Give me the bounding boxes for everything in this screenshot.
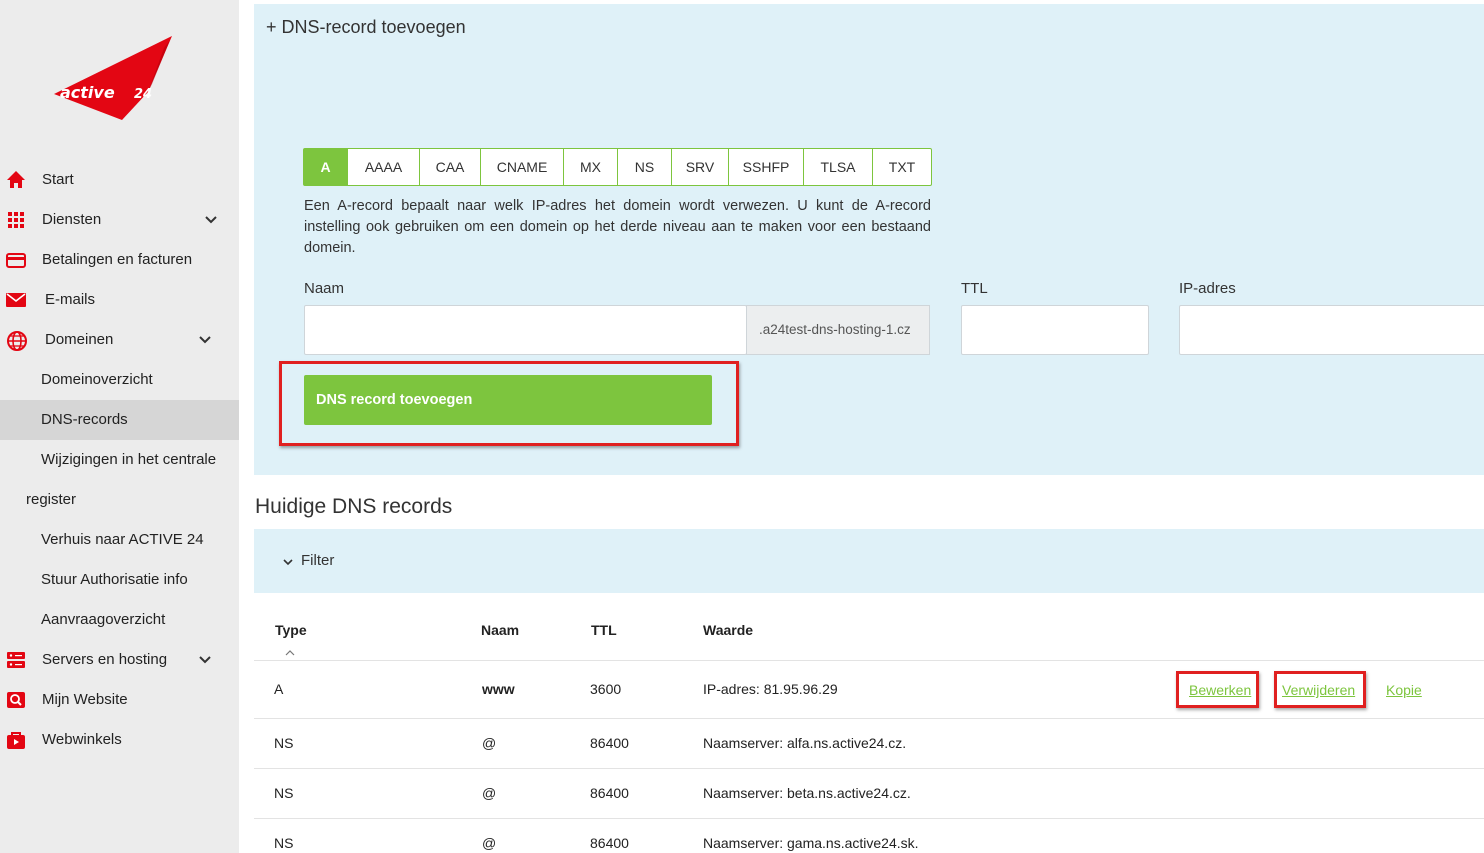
sidebar-item-label: Domeinen [45,331,114,348]
sidebar-item-diensten[interactable]: Diensten [0,200,239,240]
sidebar-item-label: Diensten [42,211,102,228]
sidebar-item-mijn-website[interactable]: Mijn Website [0,680,239,720]
column-header-ttl[interactable]: TTL [591,622,617,638]
sidebar-subitem-aanvraagoverzicht[interactable]: Aanvraagoverzicht [0,600,239,640]
svg-text:active: active [60,83,115,102]
sidebar-subitem-dns-records[interactable]: DNS-records [0,400,239,440]
sidebar-subitem-domeinoverzicht[interactable]: Domeinoverzicht [0,360,239,400]
envelope-icon [6,290,26,310]
ttl-label: TTL [961,280,988,297]
record-type-description: Een A-record bepaalt naar welk IP-adres … [304,198,931,256]
sidebar-item-label: Verhuis naar ACTIVE 24 [41,531,204,548]
table-row: NS @ 86400 Naamserver: gama.ns.active24.… [254,818,1484,853]
record-type-tabs: A AAAA CAA CNAME MX NS SRV SSHFP TLSA TX… [303,148,932,186]
sidebar-subitem-authorisatie[interactable]: Stuur Authorisatie info [0,560,239,600]
sidebar-item-label: register [26,491,77,508]
home-icon [6,170,26,190]
sidebar-item-betalingen[interactable]: Betalingen en facturen [0,240,239,280]
record-type: NS [274,785,294,801]
ip-address-input[interactable] [1179,305,1484,355]
sidebar-subitem-verhuis[interactable]: Verhuis naar ACTIVE 24 [0,520,239,560]
grid-icon [6,210,26,230]
chevron-down-icon [282,555,294,567]
tab-aaaa[interactable]: AAAA [348,149,420,185]
sidebar-item-start[interactable]: Start [0,160,239,200]
column-header-name[interactable]: Naam [481,622,519,638]
ttl-input[interactable] [961,305,1149,355]
tab-txt[interactable]: TXT [873,149,931,185]
record-type: NS [274,835,294,851]
sidebar: active 24 Start Diensten Betalingen en f… [0,0,239,853]
record-value: IP-adres: 81.95.96.29 [703,681,838,697]
sidebar-item-label: Domeinoverzicht [41,371,153,388]
sidebar-item-label: Aanvraagoverzicht [41,611,166,628]
record-name: @ [482,835,497,851]
record-type: A [274,681,284,697]
server-icon [6,650,26,670]
sort-ascending-icon[interactable] [285,644,295,656]
tab-caa[interactable]: CAA [420,149,481,185]
record-ttl: 86400 [590,835,629,851]
copy-link[interactable]: Kopie [1386,682,1422,698]
credit-card-icon [6,250,26,270]
sidebar-item-label: Webwinkels [42,731,122,748]
active24-logo[interactable]: active 24 [52,34,178,124]
sidebar-item-domeinen[interactable]: Domeinen [0,320,239,360]
chevron-down-icon[interactable] [197,652,213,668]
record-ttl: 3600 [590,681,622,697]
name-input[interactable] [304,305,747,355]
tab-ns[interactable]: NS [618,149,672,185]
shop-bag-icon [6,730,26,750]
sidebar-item-emails[interactable]: E-mails [0,280,239,320]
column-header-value[interactable]: Waarde [703,622,753,638]
svg-text:24: 24 [134,87,152,102]
tab-tlsa[interactable]: TLSA [804,149,873,185]
tab-mx[interactable]: MX [564,149,618,185]
section-title: Huidige DNS records [255,495,453,518]
record-ttl: 86400 [590,785,629,801]
record-type: NS [274,735,294,751]
domain-suffix: .a24test-dns-hosting-1.cz [746,305,930,355]
sidebar-item-label: Wijzigingen in het centrale [41,451,217,468]
highlight-box [1176,671,1259,708]
sidebar-item-label: Mijn Website [42,691,128,708]
name-label: Naam [304,280,345,297]
sidebar-item-label: Start [42,171,74,188]
tab-a[interactable]: A [304,149,348,185]
filter-label: Filter [301,552,335,569]
globe-icon [6,330,27,351]
record-ttl: 86400 [590,735,629,751]
highlight-box [1274,671,1366,708]
record-name: @ [482,735,497,751]
sidebar-item-label: E-mails [45,291,96,308]
record-name: @ [482,785,497,801]
chevron-down-icon[interactable] [197,332,213,348]
sidebar-item-servers[interactable]: Servers en hosting [0,640,239,680]
tab-cname[interactable]: CNAME [481,149,564,185]
filter-toggle[interactable]: Filter [254,529,1484,593]
column-header-type[interactable]: Type [275,622,307,638]
sidebar-item-label: Servers en hosting [42,651,168,668]
record-value: Naamserver: beta.ns.active24.cz. [703,785,911,801]
record-name: www [482,681,515,697]
table-row: NS @ 86400 Naamserver: beta.ns.active24.… [254,768,1484,818]
highlight-box [279,361,739,446]
sidebar-subitem-wijzigingen-cont[interactable]: register [0,480,239,520]
sidebar-item-label: DNS-records [41,411,128,428]
sidebar-item-label: Stuur Authorisatie info [41,571,188,588]
sidebar-item-label: Betalingen en facturen [42,251,193,268]
sidebar-subitem-wijzigingen[interactable]: Wijzigingen in het centrale [0,440,239,480]
table-row: NS @ 86400 Naamserver: alfa.ns.active24.… [254,718,1484,768]
add-record-toggle[interactable]: + DNS-record toevoegen [266,17,466,38]
tab-sshfp[interactable]: SSHFP [729,149,804,185]
sidebar-item-webwinkels[interactable]: Webwinkels [0,720,239,760]
tab-srv[interactable]: SRV [672,149,729,185]
record-value: Naamserver: alfa.ns.active24.cz. [703,735,907,751]
website-search-icon [6,690,26,710]
chevron-down-icon[interactable] [203,212,219,228]
record-value: Naamserver: gama.ns.active24.sk. [703,835,919,851]
ip-address-label: IP-adres [1179,280,1236,297]
